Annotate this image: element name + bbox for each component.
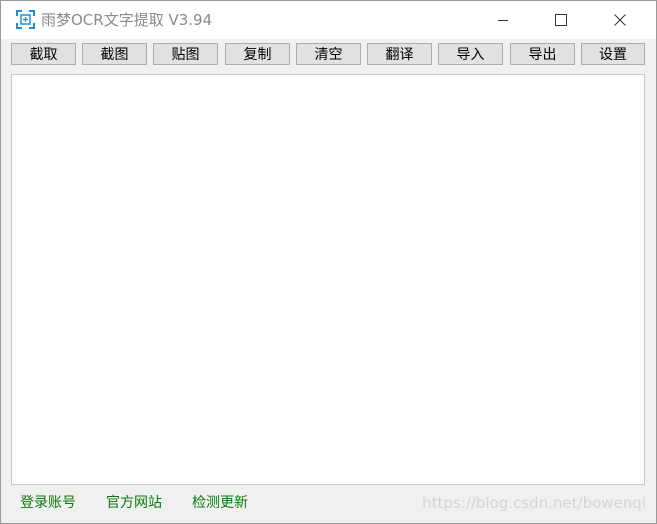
screenshot-ocr-icon	[16, 10, 35, 29]
paste-image-button[interactable]: 贴图	[153, 43, 218, 65]
import-button[interactable]: 导入	[438, 43, 503, 65]
status-bar: 登录账号 官方网站 检测更新 https://blog.csdn.net/bow…	[1, 487, 656, 523]
capture-button[interactable]: 截取	[11, 43, 76, 65]
window-title: 雨梦OCR文字提取 V3.94	[41, 11, 213, 29]
translate-button[interactable]: 翻译	[367, 43, 432, 65]
maximize-icon	[555, 14, 567, 26]
screenshot-button[interactable]: 截图	[82, 43, 147, 65]
close-button[interactable]	[591, 1, 649, 39]
export-button[interactable]: 导出	[510, 43, 575, 65]
minimize-button[interactable]	[474, 1, 532, 39]
title-bar[interactable]: 雨梦OCR文字提取 V3.94	[1, 1, 656, 39]
ocr-result-textarea[interactable]	[11, 74, 645, 485]
copy-button[interactable]: 复制	[225, 43, 290, 65]
official-site-link[interactable]: 官方网站	[106, 493, 162, 513]
minimize-icon	[497, 14, 509, 26]
clear-button[interactable]: 清空	[296, 43, 361, 65]
login-link[interactable]: 登录账号	[20, 493, 76, 513]
watermark: https://blog.csdn.net/bowenqi	[422, 494, 646, 512]
check-update-link[interactable]: 检测更新	[192, 493, 248, 513]
toolbar: 截取 截图 贴图 复制 清空 翻译 导入 导出 设置	[1, 39, 656, 71]
app-window: 雨梦OCR文字提取 V3.94 截取 截图 贴图 复制 清空 翻译 导入 导出 …	[0, 0, 657, 524]
close-icon	[614, 14, 626, 26]
maximize-button[interactable]	[532, 1, 590, 39]
settings-button[interactable]: 设置	[581, 43, 645, 65]
